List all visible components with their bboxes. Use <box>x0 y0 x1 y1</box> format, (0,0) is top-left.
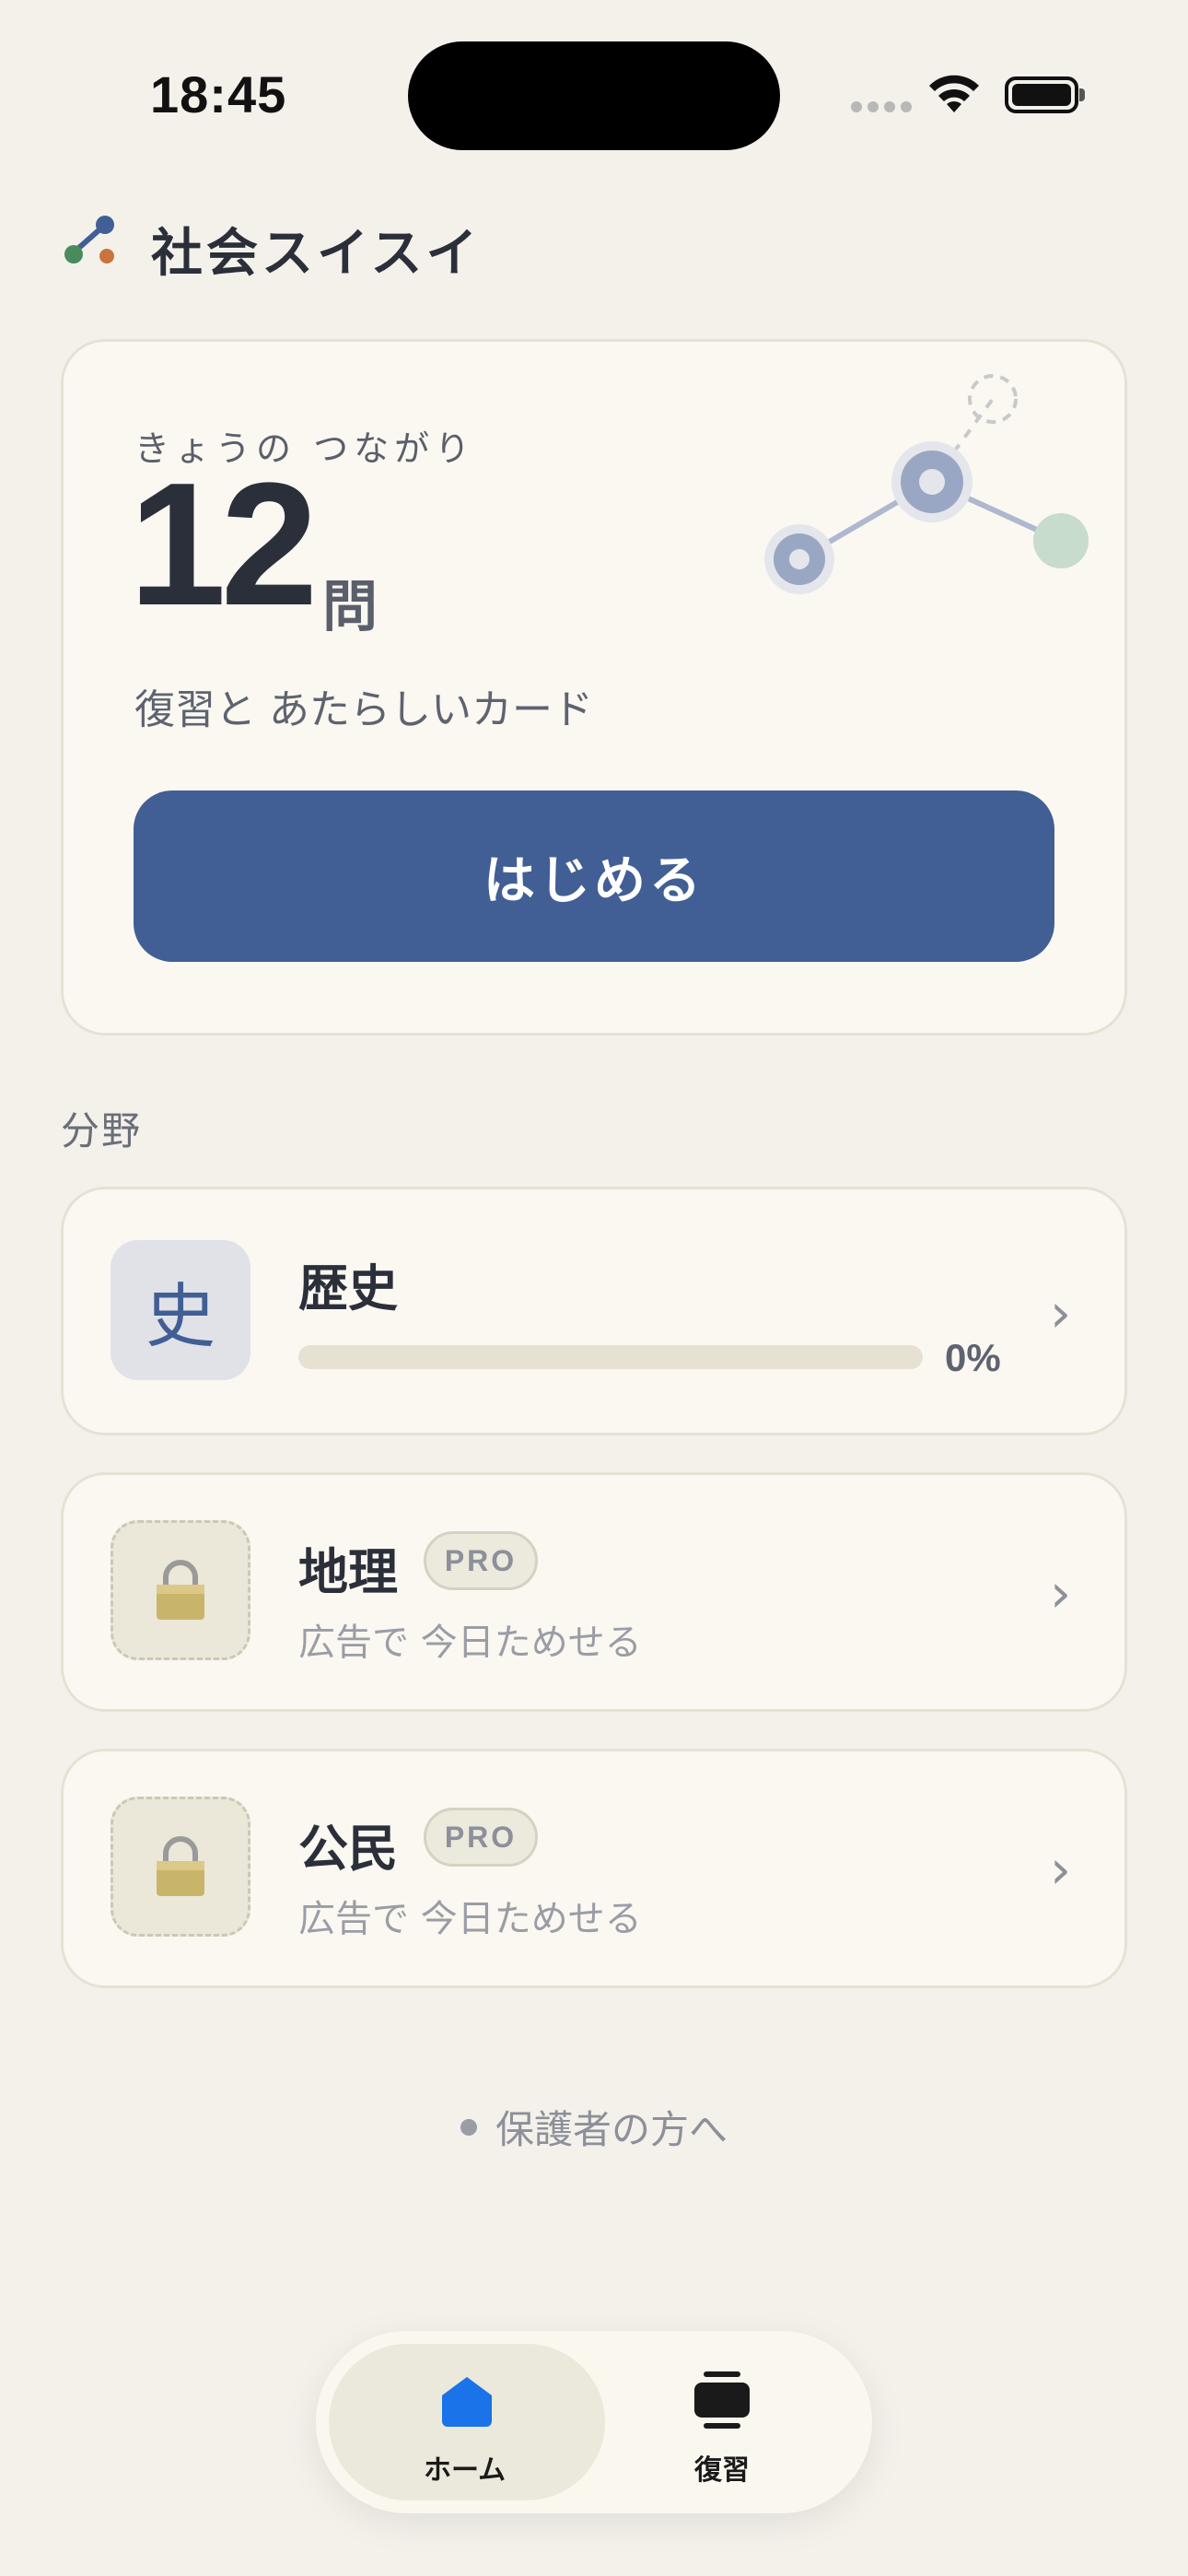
parents-link-label: 保護者の方へ <box>495 2107 728 2152</box>
subject-name: 歴史 <box>298 1259 398 1317</box>
progress-percent: 0% <box>945 1336 1001 1379</box>
connected-dots-logo-icon <box>64 216 114 263</box>
tab-home-label: ホーム <box>424 2454 507 2487</box>
cellular-signal-icon <box>851 101 912 112</box>
history-icon: 史 <box>111 1240 250 1380</box>
connection-graph-icon <box>764 374 1089 594</box>
section-label: 分野 <box>61 1108 143 1153</box>
question-unit: 問 <box>322 575 378 639</box>
start-button[interactable]: はじめる <box>134 790 1054 962</box>
wifi-icon <box>929 75 979 112</box>
battery-cap <box>1079 88 1085 101</box>
battery-icon <box>1005 76 1078 113</box>
history-progress-bar <box>298 1345 923 1369</box>
parents-link[interactable]: 保護者の方へ <box>460 2099 728 2155</box>
pro-badge: PRO <box>424 1808 538 1867</box>
today-subtitle: 復習と あたらしいカード <box>134 686 593 733</box>
bullet-icon <box>460 2118 477 2136</box>
chevron-right-icon: › <box>1050 1562 1072 1624</box>
status-time: 18:45 <box>150 65 287 123</box>
chevron-right-icon: › <box>1050 1282 1072 1344</box>
subject-subtitle: 広告で 今日ためせる <box>298 1622 642 1664</box>
home-icon <box>442 2377 492 2427</box>
subject-name: 公民 <box>298 1820 398 1878</box>
pro-badge: PRO <box>424 1531 538 1590</box>
subject-name: 地理 <box>298 1543 398 1601</box>
dynamic-island <box>408 41 780 150</box>
tab-review-label: 復習 <box>694 2454 750 2487</box>
today-question-count: 12 <box>129 447 318 642</box>
chevron-right-icon: › <box>1050 1838 1072 1901</box>
lock-icon <box>111 1797 250 1937</box>
lock-icon <box>111 1520 250 1660</box>
app-title: 社会スイスイ <box>151 223 482 284</box>
cards-stack-icon <box>694 2371 750 2429</box>
subject-subtitle: 広告で 今日ためせる <box>298 1898 642 1940</box>
